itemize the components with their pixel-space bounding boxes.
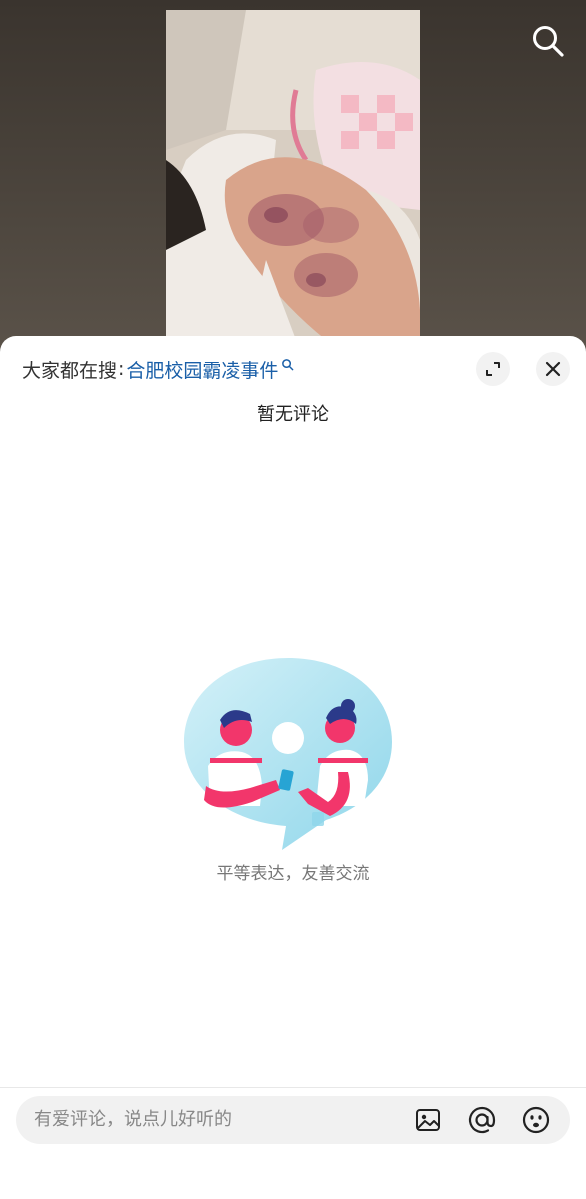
screen: 大家都在搜 : 合肥校园霸凌事件 暂无评论 平等表达，友善交流 有爱评论，说点儿… — [0, 0, 586, 1199]
insert-image-button[interactable] — [413, 1105, 443, 1135]
close-button[interactable] — [536, 352, 570, 386]
hot-search-prefix: 大家都在搜 — [22, 359, 118, 382]
emoji-button[interactable] — [521, 1105, 551, 1135]
mention-button[interactable] — [467, 1105, 497, 1135]
empty-state-caption: 平等表达，友善交流 — [216, 864, 370, 884]
comment-input[interactable]: 有爱评论，说点儿好听的 — [34, 1096, 232, 1144]
close-icon — [545, 361, 561, 377]
media-photo[interactable] — [166, 10, 420, 340]
comment-sheet: 大家都在搜 : 合肥校园霸凌事件 暂无评论 平等表达，友善交流 有爱评论，说点儿… — [0, 336, 586, 1199]
no-comments-title: 暂无评论 — [257, 404, 329, 425]
composer-divider — [0, 1087, 586, 1088]
at-icon — [468, 1106, 496, 1134]
hot-search-colon: : — [118, 358, 125, 380]
hot-search-bar: 大家都在搜 : 合肥校园霸凌事件 — [22, 356, 294, 382]
search-icon — [533, 26, 564, 57]
comment-input-bar[interactable]: 有爱评论，说点儿好听的 — [16, 1096, 570, 1144]
empty-state-illustration — [180, 656, 396, 856]
image-icon — [416, 1109, 440, 1131]
media-backdrop — [0, 0, 586, 350]
search-button[interactable] — [528, 22, 568, 62]
emoji-icon — [522, 1106, 550, 1134]
hot-search-magnifier-icon — [282, 359, 294, 371]
expand-icon — [486, 362, 500, 376]
expand-button[interactable] — [476, 352, 510, 386]
hot-search-term-link[interactable]: 合肥校园霸凌事件 — [126, 356, 278, 383]
